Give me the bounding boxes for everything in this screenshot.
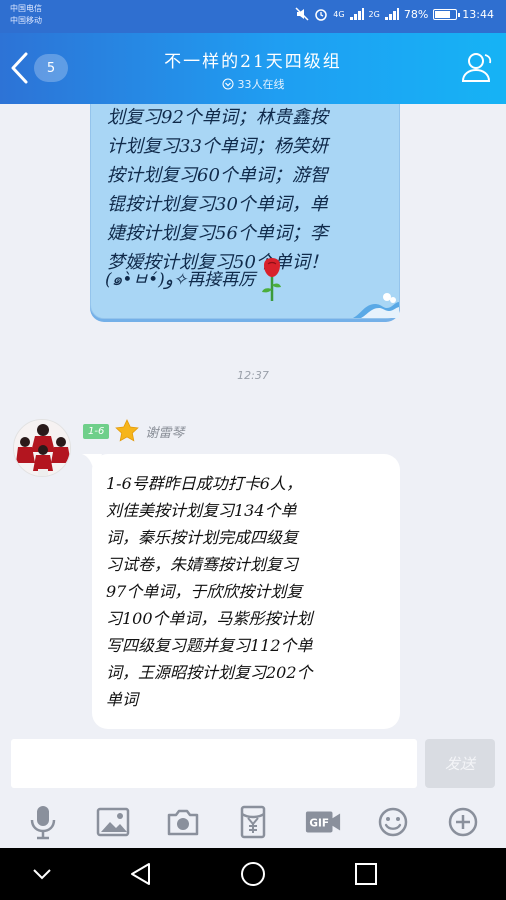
carrier-2: 中国移动 (10, 16, 42, 25)
home-circle-icon[interactable] (239, 860, 267, 888)
image-button[interactable] (94, 803, 132, 841)
clock: 13:44 (462, 7, 494, 21)
group-title[interactable]: 不一样的21天四级组 (0, 47, 506, 72)
message-footer: (๑•̀ㅂ•́)و✧再接再厉 (105, 257, 285, 303)
network-1-label: 4G (333, 9, 345, 19)
composer-toolbar: GIF (0, 800, 506, 844)
star-icon (115, 419, 140, 442)
message-line: 词，秦乐按计划完成四级复 (106, 528, 299, 547)
rose-emoji-icon (262, 258, 282, 301)
message-line: 划复习92个单词；林贵鑫按 (107, 107, 328, 128)
message-input[interactable] (11, 739, 417, 788)
message-line: 词，王源昭按计划复习202个 (106, 663, 313, 682)
microphone-icon (30, 806, 56, 840)
carrier-1: 中国电信 (10, 4, 42, 13)
carrier-info: 中国电信 中国移动 (10, 3, 42, 27)
signal-1-icon (349, 8, 364, 20)
member-tag: 1-6 (83, 423, 110, 439)
sender-avatar[interactable] (13, 419, 71, 477)
emoji-button[interactable] (374, 803, 412, 841)
message-line: 习试卷，朱婧骞按计划复习 (106, 555, 299, 574)
chat-header: 5 不一样的21天四级组 33人在线 (0, 33, 506, 104)
message-line: 婕按计划复习56个单词；李 (107, 223, 328, 244)
red-packet-icon (240, 805, 266, 839)
status-bar: 中国电信 中国移动 4G 2G 78% 13:44 (0, 0, 506, 33)
hide-keyboard-icon[interactable] (28, 860, 56, 888)
system-nav-bar (0, 848, 506, 900)
alarm-icon (315, 9, 327, 21)
composer: 发送 GIF (0, 734, 506, 848)
camera-button[interactable] (164, 803, 202, 841)
status-icons: 4G 2G 78% 13:44 (295, 7, 494, 21)
received-message-bubble[interactable]: 1-6号群昨日成功打卡6人， 刘佳美按计划复习134个单 词，秦乐按计划完成四级… (92, 454, 400, 729)
recents-square-icon[interactable] (352, 860, 380, 888)
message-line: 锟按计划复习30个单词，单 (107, 194, 328, 215)
message-line: 单词 (106, 690, 139, 709)
send-button[interactable]: 发送 (425, 739, 495, 788)
sender-name[interactable]: 谢雷琴 (145, 422, 184, 441)
online-count: 33人在线 (237, 78, 285, 91)
message-line: 写四级复习题并复习112个单 (106, 636, 313, 655)
battery-percent: 78% (403, 7, 429, 21)
back-triangle-icon[interactable] (127, 860, 155, 888)
message-list[interactable]: 划复习92个单词；林贵鑫按 计划复习33个单词；杨笑妍 按计划复习60个单词；游… (0, 104, 506, 734)
message-line: 按计划复习60个单词；游智 (107, 165, 328, 186)
camera-icon (167, 809, 199, 836)
red-packet-button[interactable] (234, 803, 272, 841)
message-line: 计划复习33个单词；杨笑妍 (107, 136, 328, 157)
wave-decoration-icon (353, 293, 399, 318)
svg-text:GIF: GIF (309, 818, 329, 830)
mute-icon (295, 7, 309, 21)
network-2-label: 2G (368, 9, 380, 19)
plus-icon (448, 807, 478, 837)
sender-info: 1-6 谢雷琴 (83, 419, 184, 443)
image-icon (96, 807, 130, 837)
voice-button[interactable] (24, 803, 62, 841)
battery-icon (433, 8, 461, 20)
message-line: 1-6号群昨日成功打卡6人， (106, 474, 302, 493)
message-line: 97个单词，于欣欣按计划复 (106, 582, 303, 601)
emoji-icon (378, 807, 408, 837)
gif-button[interactable]: GIF (304, 803, 342, 841)
online-status: 33人在线 (0, 76, 506, 92)
own-message-bubble[interactable]: 划复习92个单词；林贵鑫按 计划复习33个单词；杨笑妍 按计划复习60个单词；游… (90, 104, 400, 319)
more-button[interactable] (444, 803, 482, 841)
group-members-icon[interactable] (458, 49, 494, 85)
message-timestamp: 12:37 (237, 369, 269, 382)
message-line: 习100个单词，马紫彤按计划 (106, 609, 313, 628)
message-footer-text: (๑•̀ㅂ•́)و✧再接再厉 (105, 269, 256, 290)
gif-icon: GIF (305, 811, 341, 833)
message-line: 刘佳美按计划复习134个单 (106, 501, 297, 520)
signal-2-icon (384, 8, 399, 20)
battery-fill (435, 10, 451, 18)
avatar-image (14, 420, 70, 476)
chevron-down-icon (222, 78, 233, 90)
